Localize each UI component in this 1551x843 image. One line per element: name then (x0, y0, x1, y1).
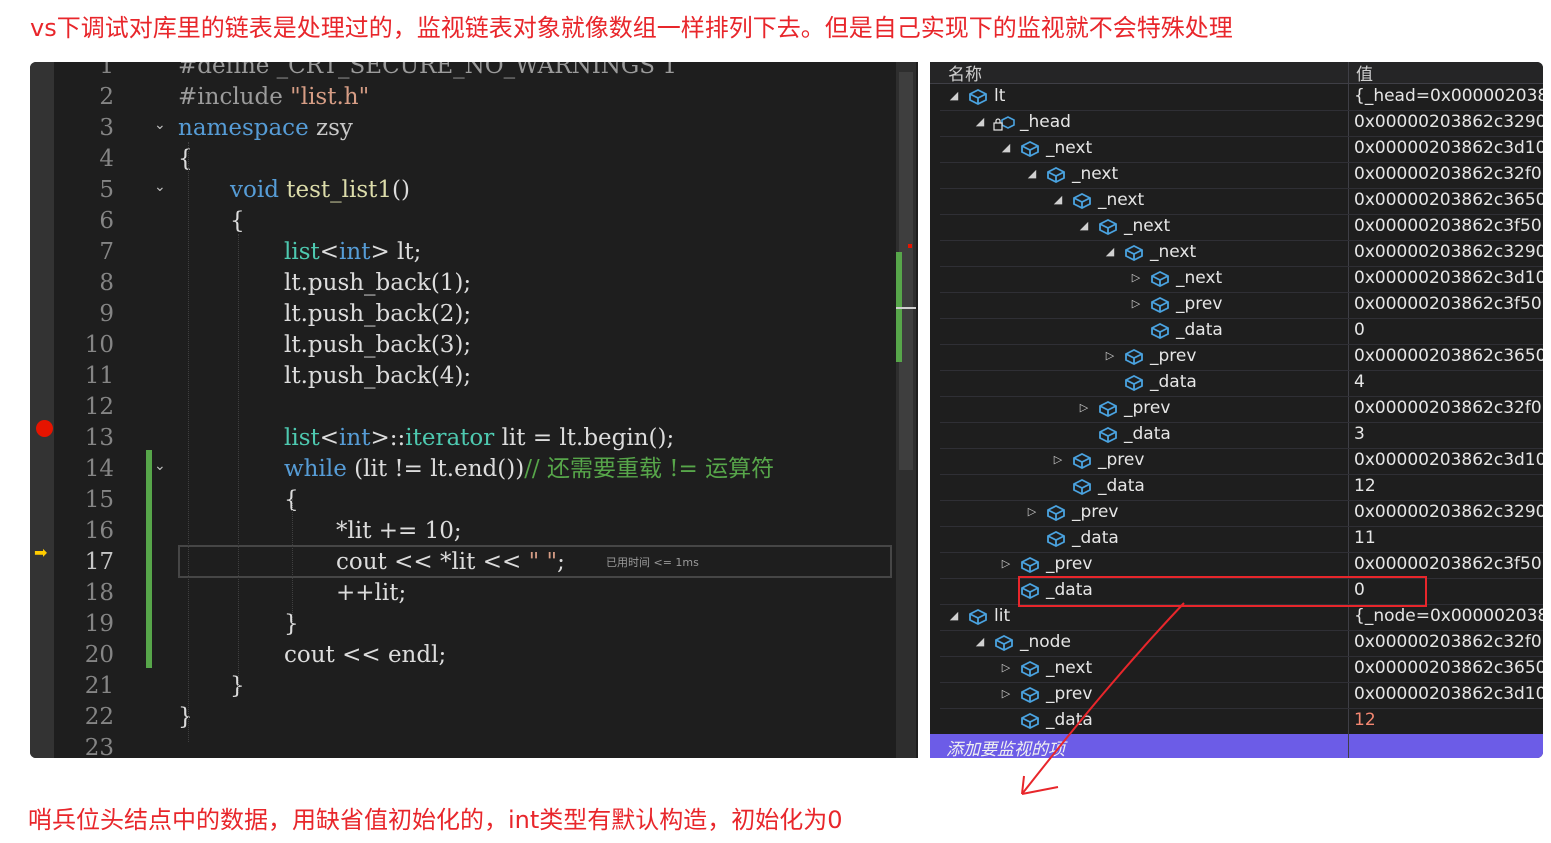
annotation-arrow (1021, 602, 1185, 795)
